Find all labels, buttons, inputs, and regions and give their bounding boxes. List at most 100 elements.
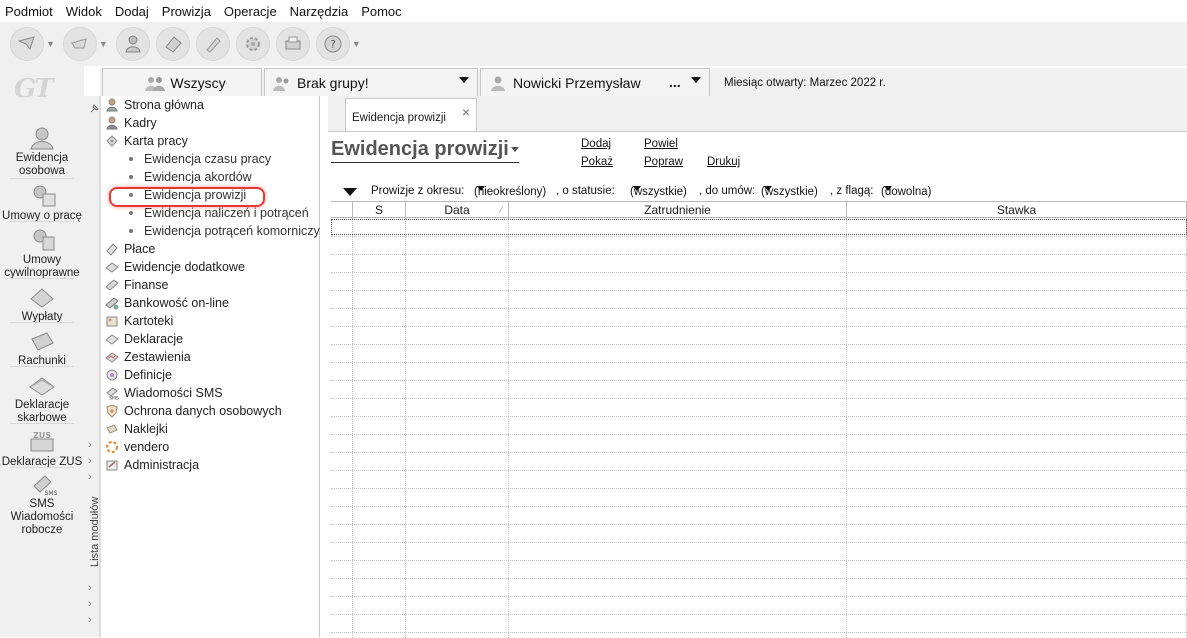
bullet-icon [129,211,133,215]
tree-sublabel: Ewidencja naliczeń i potrąceń [144,206,309,220]
column-header-s[interactable]: S [352,202,405,218]
tree-sublabel: Ewidencja czasu pracy [144,152,272,166]
tree-item-wiadomosci-sms[interactable]: SMS Wiadomości SMS [105,384,223,402]
grid-row-line [331,380,1187,381]
chevron-right-icon[interactable]: › [88,455,92,467]
chevron-right-icon[interactable]: › [88,471,92,483]
menu-podmiot[interactable]: Podmiot [5,4,53,19]
employee-dropdown-icon[interactable] [691,77,701,83]
bullet-icon [129,157,133,161]
nav-alt-dropdown-icon[interactable]: ▼ [99,39,108,49]
tree-item-administracja[interactable]: Administracja [105,456,199,474]
tree-item-bankowosc[interactable]: Bankowość on-line [105,294,229,312]
tree-item-kartoteki[interactable]: Kartoteki [105,312,173,330]
column-header-zatrudnienie[interactable]: Zatrudnienie [508,202,846,218]
page-title[interactable]: Ewidencja prowizji [331,138,519,163]
column-header-data[interactable]: Data ⁄ [405,202,508,218]
module-list-strip[interactable]: › › › Lista modułów › › › [84,96,101,637]
group-all-button[interactable]: Wszyscy [102,68,262,96]
tree-item-finanse[interactable]: Finanse [105,276,168,294]
tree-sublabel: Ewidencja akordów [144,170,252,184]
tree-item-strona-glowna[interactable]: Strona główna [105,96,204,114]
grid-row-line [331,578,1187,579]
rail-deklaracje-zus[interactable]: ZUS Deklaracje ZUS [0,430,84,469]
grid-row-line [331,398,1187,399]
nav-alt-icon[interactable] [62,27,97,61]
drukuj-link[interactable]: Drukuj [707,156,740,168]
civil-contract-icon [33,229,55,251]
column-header-stawka[interactable]: Stawka [846,202,1187,218]
tree-subitem-akordy[interactable]: Ewidencja akordów [129,168,252,186]
powiel-link[interactable]: Powiel [644,138,678,150]
tree-item-place[interactable]: Płace [105,240,155,258]
rail-deklaracje-skarbowe[interactable]: Deklaracje skarbowe [0,373,84,425]
rail-ewidencja-osobowa[interactable]: Ewidencja osobowa [0,126,84,178]
chevron-right-icon[interactable]: › [88,598,92,610]
rail-divider [10,322,74,323]
menu-narzedzia[interactable]: Narzędzia [290,4,349,19]
menu-prowizja[interactable]: Prowizja [162,4,211,19]
bank-icon [105,297,119,310]
tree-item-ochrona-danych[interactable]: Ochrona danych osobowych [105,402,282,420]
rail-umowy-o-prace[interactable]: Umowy o pracę [0,184,84,223]
eraser-icon[interactable] [155,27,190,61]
rail-rachunki[interactable]: Rachunki [0,329,84,368]
menu-operacje[interactable]: Operacje [224,4,277,19]
tree-item-karta-pracy[interactable]: Karta pracy [105,132,188,150]
print-icon[interactable] [275,27,310,61]
rail-divider [10,221,74,222]
tab-ewidencja-prowizji[interactable]: Ewidencja prowizji × [345,98,477,131]
commission-grid[interactable]: S Data ⁄ Zatrudnienie Stawka [331,201,1187,638]
filter-toggle-icon[interactable] [343,188,357,196]
chevron-right-icon[interactable]: › [88,439,92,451]
employee-more-button[interactable]: ... [669,74,681,90]
tree-item-zestawienia[interactable]: Zestawienia [105,348,191,366]
rail-sms-wiadomosci[interactable]: SMS SMS Wiadomości robocze [0,472,84,537]
sticker-icon [106,424,118,434]
chevron-right-icon[interactable]: › [88,614,92,626]
tree-subitem-prowizje[interactable]: Ewidencja prowizji [129,186,246,204]
operator-icon[interactable] [115,27,150,61]
tree-label: Naklejki [124,422,168,436]
employee-select[interactable]: Nowicki Przemysław ... [480,68,710,96]
gear-icon[interactable] [235,27,270,61]
tree-item-deklaracje[interactable]: Deklaracje [105,330,183,348]
menu-pomoc[interactable]: Pomoc [361,4,401,19]
close-icon[interactable]: × [462,104,470,120]
focused-row[interactable] [331,219,1187,235]
tree-subitem-komornicze[interactable]: Ewidencja potrąceń komorniczy [129,222,320,240]
column-header-select[interactable] [331,202,352,218]
group-select[interactable]: Brak grupy! [264,68,478,96]
tree-subitem-czas-pracy[interactable]: Ewidencja czasu pracy [129,150,271,168]
grid-row-line [331,524,1187,525]
pin-icon[interactable] [89,104,99,114]
popraw-link[interactable]: Popraw [644,156,683,168]
filter-contracts-label: , do umów: [699,185,756,197]
nav-icon[interactable] [10,27,44,61]
bullet-icon [129,193,133,197]
menu-dodaj[interactable]: Dodaj [115,4,149,19]
tree-item-vendero[interactable]: vendero [105,438,169,456]
tree-subitem-naliczenia[interactable]: Ewidencja naliczeń i potrąceń [129,204,309,222]
help-icon[interactable]: ? [315,27,350,61]
grid-header: S Data ⁄ Zatrudnienie Stawka [331,201,1187,218]
tree-item-ewidencje-dodatkowe[interactable]: Ewidencje dodatkowe [105,258,245,276]
tree-item-kadry[interactable]: Kadry [105,114,157,132]
menu-widok[interactable]: Widok [66,4,102,19]
chevron-down-icon [510,147,519,153]
group-dropdown-icon[interactable] [459,77,469,83]
nav-dropdown-icon[interactable]: ▼ [46,39,55,49]
tree-item-definicje[interactable]: Definicje [105,366,172,384]
pokaz-link[interactable]: Pokaż [581,156,613,168]
shield-icon [106,404,118,418]
bullet-icon [129,175,133,179]
rail-wyplaty[interactable]: Wypłaty [0,285,84,324]
help-dropdown-icon[interactable]: ▼ [352,39,361,49]
rail-umowy-cywilnoprawne[interactable]: Umowy cywilnoprawne [0,228,84,280]
tree-item-naklejki[interactable]: Naklejki [105,420,168,438]
toolbar: ▼ ▼ ? ▼ [0,22,1187,66]
pen-icon[interactable] [195,27,230,61]
grid-row-line [331,434,1187,435]
dodaj-link[interactable]: Dodaj [581,138,611,150]
chevron-right-icon[interactable]: › [88,582,92,594]
